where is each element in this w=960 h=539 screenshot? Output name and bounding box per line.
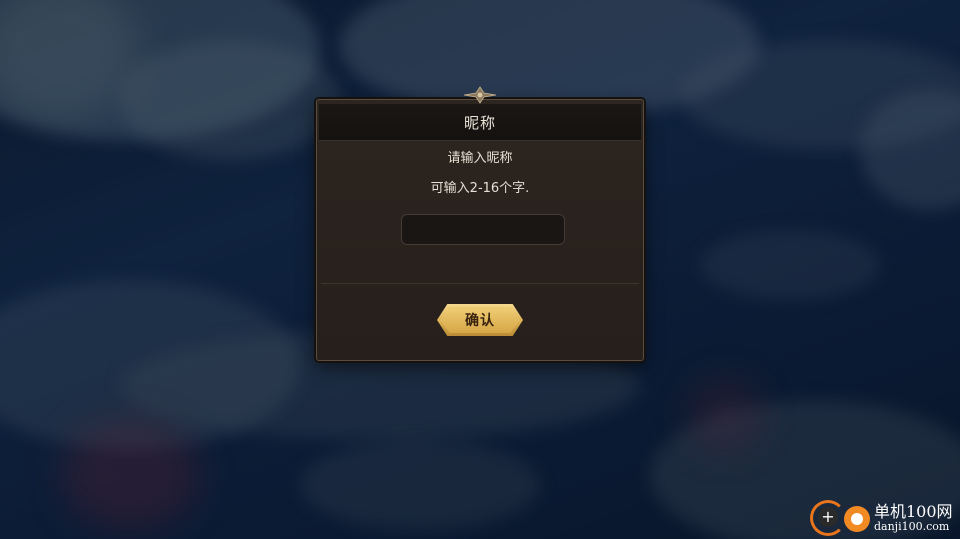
nickname-prompt: 请输入昵称 — [447, 151, 513, 166]
orange-circle-icon — [844, 506, 870, 532]
plus-icon: + — [818, 507, 838, 527]
dialog-header: 昵称 — [319, 104, 641, 141]
length-constraint: 可输入2-16个字. — [430, 181, 530, 196]
ornament-emblem-icon — [463, 86, 497, 104]
nickname-dialog: 昵称 请输入昵称 可输入2-16个字. 确认 — [316, 86, 644, 361]
watermark-name: 单机100网 — [874, 502, 953, 521]
divider — [321, 283, 639, 284]
confirm-button[interactable]: 确认 — [437, 304, 523, 336]
nickname-input[interactable] — [401, 214, 565, 245]
watermark-domain: danji100.com — [874, 520, 950, 533]
confirm-button-label: 确认 — [465, 313, 495, 329]
watermark: + 单机100网 danji100.com — [808, 494, 958, 538]
dialog-title: 昵称 — [463, 113, 496, 132]
